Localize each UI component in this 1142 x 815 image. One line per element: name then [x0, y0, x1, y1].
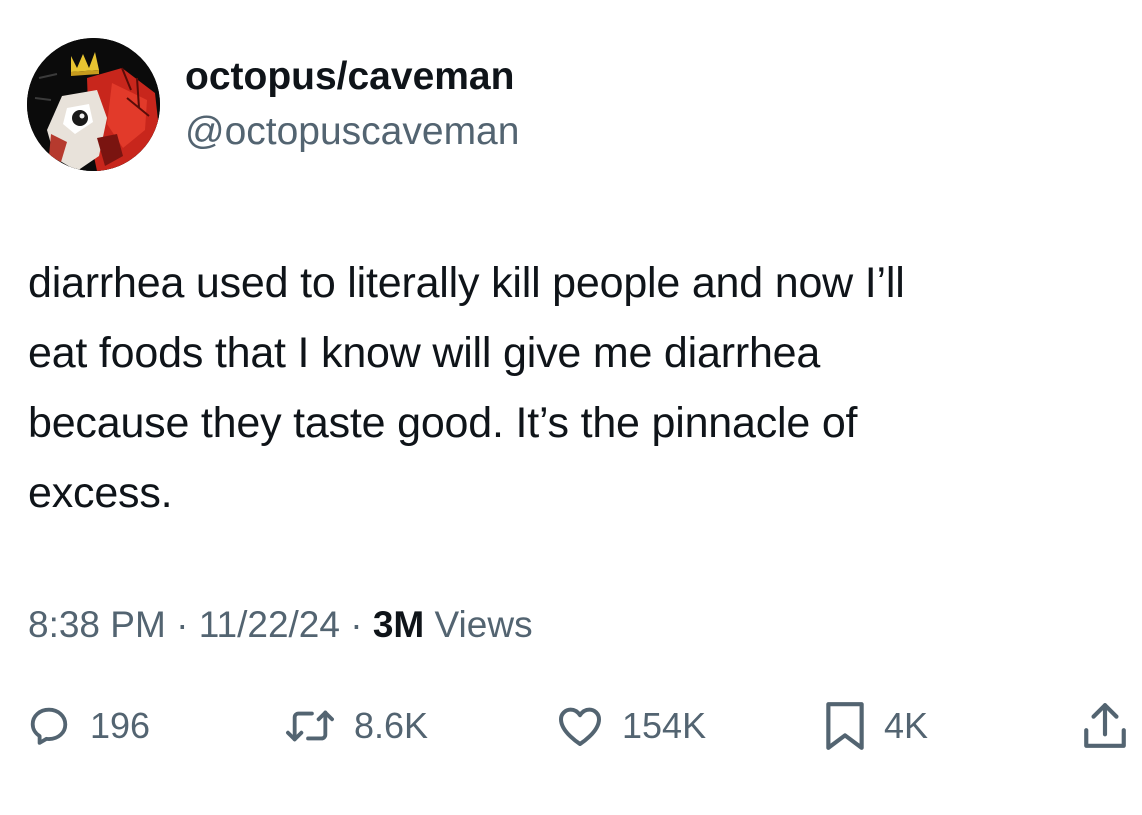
bookmark-count: 4K [884, 705, 929, 746]
tweet-text: diarrhea used to literally kill people a… [28, 248, 1118, 528]
avatar[interactable] [27, 38, 160, 171]
tweet-line: excess. [28, 469, 173, 517]
meta-separator: · [339, 604, 373, 645]
tweet-actions-bar: 196 8.6K 154K 4K [0, 696, 1142, 756]
tweet-date[interactable]: 11/22/24 [199, 604, 340, 645]
like-button[interactable]: 154K [556, 696, 706, 756]
reply-icon [26, 703, 72, 749]
bookmark-icon [824, 700, 866, 752]
reply-count: 196 [90, 705, 151, 746]
heart-icon [556, 703, 604, 749]
views-count: 3M [372, 604, 425, 645]
reply-button[interactable]: 196 [26, 696, 150, 756]
user-handle[interactable]: @octopuscaveman [185, 110, 519, 154]
tweet-metadata: 8:38 PM · 11/22/24 · 3M Views [28, 603, 533, 647]
meta-separator: · [165, 604, 199, 645]
bookmark-button[interactable]: 4K [824, 696, 928, 756]
tweet-time[interactable]: 8:38 PM [28, 604, 166, 645]
tweet-line: eat foods that I know will give me diarr… [28, 329, 821, 377]
retweet-count: 8.6K [354, 705, 429, 746]
tweet-line: because they taste good. It’s the pinnac… [28, 399, 858, 447]
views-label: Views [424, 604, 533, 645]
tweet-line: diarrhea used to literally kill people a… [28, 259, 905, 307]
retweet-button[interactable]: 8.6K [284, 696, 428, 756]
like-count: 154K [622, 705, 707, 746]
retweet-icon [284, 703, 336, 749]
avatar-artwork-icon [27, 38, 160, 171]
share-button[interactable] [1082, 696, 1128, 756]
share-icon [1082, 701, 1128, 751]
display-name[interactable]: octopus/caveman [185, 55, 514, 99]
